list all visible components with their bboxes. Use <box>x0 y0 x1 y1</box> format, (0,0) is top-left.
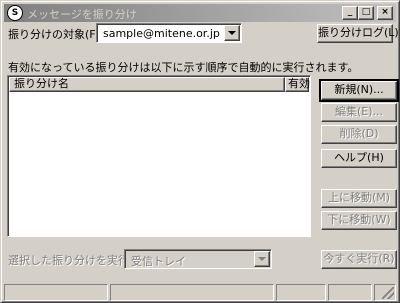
chevron-down-icon <box>258 257 266 261</box>
target-account-select[interactable]: sample@mitene.or.jp <box>96 23 242 43</box>
chevron-down-icon <box>228 31 236 35</box>
app-icon: S <box>7 5 23 21</box>
status-pane-4 <box>328 284 372 301</box>
filter-log-button[interactable]: 振り分けログ(L) <box>317 24 399 43</box>
status-pane-1 <box>4 284 108 301</box>
run-folder-dropdown-button[interactable] <box>254 251 270 267</box>
rules-list[interactable]: 振り分け名 有効 <box>7 75 311 237</box>
move-down-button[interactable]: 下に移動(W) <box>321 211 397 230</box>
column-header-enabled[interactable]: 有効 <box>285 77 310 92</box>
target-account-value: sample@mitene.or.jp <box>103 27 220 40</box>
run-now-button[interactable]: 今すぐ実行(R) <box>321 250 397 269</box>
help-button[interactable]: ヘルプ(H) <box>321 149 397 168</box>
title-bar[interactable]: S メッセージを振り分け _ □ × <box>4 4 396 22</box>
column-header-rule-name[interactable]: 振り分け名 <box>9 77 285 92</box>
window-title: メッセージを振り分け <box>27 8 137 21</box>
status-pane-5 <box>374 284 396 301</box>
info-text: 有効になっている振り分けは以下に示す順序で自動的に実行されます。 <box>8 61 359 74</box>
run-folder-select[interactable]: 受信トレイ <box>124 249 272 269</box>
status-pane-3 <box>276 284 326 301</box>
delete-rule-button[interactable]: 削除(D) <box>321 125 397 144</box>
status-bar <box>4 284 398 301</box>
edit-rule-button[interactable]: 編集(E)... <box>321 103 397 122</box>
new-rule-button[interactable]: 新規(N)... <box>319 79 399 102</box>
message-rules-window: S メッセージを振り分け _ □ × 振り分けの対象(F): sample@mi… <box>0 0 400 303</box>
resize-grip-icon[interactable] <box>382 287 394 299</box>
minimize-button[interactable]: _ <box>342 6 358 20</box>
run-folder-value: 受信トレイ <box>131 255 186 268</box>
move-up-button[interactable]: 上に移動(M) <box>321 189 397 208</box>
target-label: 振り分けの対象(F): <box>8 28 104 41</box>
close-button[interactable]: × <box>377 6 393 20</box>
status-pane-2 <box>110 284 274 301</box>
target-dropdown-button[interactable] <box>224 25 240 41</box>
maximize-button[interactable]: □ <box>358 6 374 20</box>
